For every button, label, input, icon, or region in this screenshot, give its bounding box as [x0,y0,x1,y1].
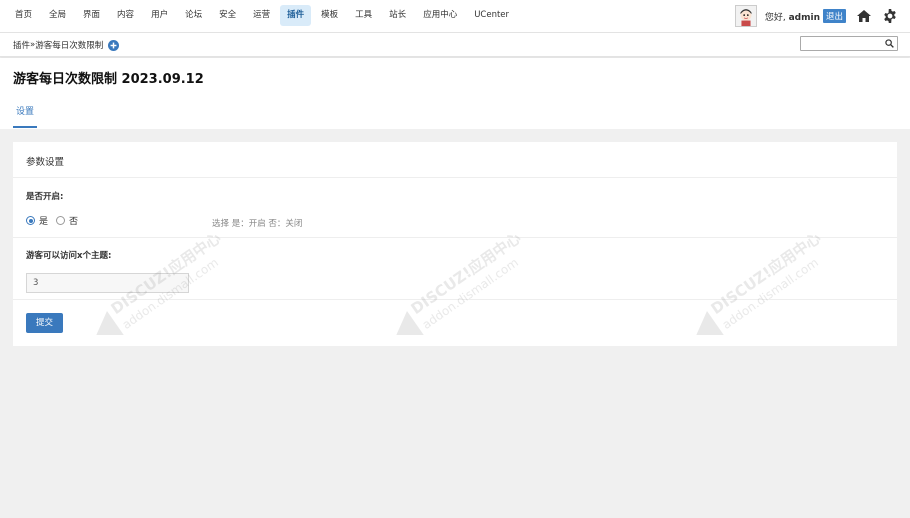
panel-title: 参数设置 [26,157,65,168]
add-circle-icon[interactable] [108,39,120,51]
page-header: 游客每日次数限制 2023.09.12 设置 [0,58,910,129]
enable-radio-group: 是 否 [26,214,78,227]
username: admin [788,12,820,23]
nav-item[interactable]: 工具 [348,5,379,26]
panel-divider [13,177,897,178]
topic-count-input[interactable]: 3 [26,273,189,293]
breadcrumb-bar: 插件 » 游客每日次数限制 [0,33,910,57]
nav-item[interactable]: 插件 [280,5,312,26]
radio-no[interactable] [56,216,66,225]
breadcrumb: 插件 » 游客每日次数限制 [13,39,120,51]
enable-hint: 选择 是：开启 否：关闭 [212,219,303,229]
enable-field-label: 是否开启: [26,192,64,202]
main-nav: 首页 全局 界面 内容 用户 论坛 安全 运营 插件 模板 工具 站长 应用中心 UCenter [8,5,519,26]
nav-item[interactable]: 运营 [246,5,277,26]
breadcrumb-root[interactable]: 插件 [13,39,30,51]
logout-link[interactable]: 退出 [822,9,846,23]
gear-icon[interactable] [882,8,898,24]
home-icon[interactable] [856,8,872,24]
breadcrumb-current: 游客每日次数限制 [35,41,104,51]
nav-item[interactable]: 论坛 [178,5,209,26]
top-navigation-bar: 首页 全局 界面 内容 用户 论坛 安全 运营 插件 模板 工具 站长 应用中心 UCenter 您好, … [0,0,910,33]
nav-item[interactable]: 全局 [42,5,73,26]
nav-item[interactable]: 首页 [8,5,39,26]
nav-item[interactable]: 用户 [144,5,175,26]
user-area: 您好, admin 退出 [734,4,898,28]
submit-button[interactable]: 提交 [26,313,63,333]
tab-settings[interactable]: 设置 [13,104,38,128]
field-divider [13,299,897,300]
search-box [800,36,898,51]
field-divider [13,237,897,238]
greeting-label: 您好, [764,12,789,23]
topic-count-label: 游客可以访问x个主题: [26,251,112,261]
nav-item[interactable]: 安全 [212,5,243,26]
nav-item[interactable]: 内容 [110,5,141,26]
greeting-text: 您好, admin [765,10,820,23]
radio-yes-label[interactable]: 是 [39,214,48,227]
nav-item[interactable]: 站长 [382,5,413,26]
nav-item[interactable]: 应用中心 [416,5,464,26]
nav-item[interactable]: 界面 [76,5,107,26]
radio-no-label[interactable]: 否 [69,214,78,227]
settings-panel: 参数设置 是否开启: 是 否 选择 是：开启 否：关闭 游客可以访问x个主题: … [13,142,897,346]
nav-item[interactable]: UCenter [467,5,516,26]
page-title: 游客每日次数限制 2023.09.12 [13,72,204,87]
search-icon[interactable] [885,39,894,48]
search-input[interactable] [801,37,883,50]
avatar[interactable] [734,5,757,27]
nav-item[interactable]: 模板 [314,5,345,26]
radio-yes[interactable] [26,216,35,225]
tab-settings-label: 设置 [16,107,35,117]
